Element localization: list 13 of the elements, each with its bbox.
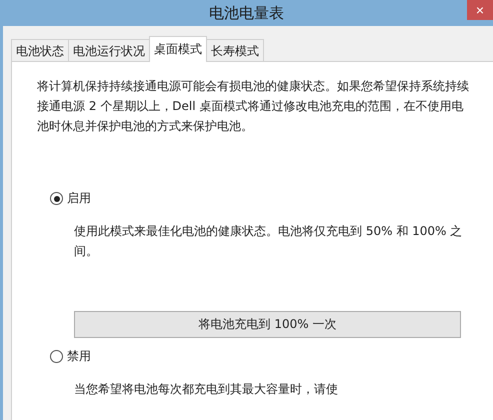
radio-button[interactable]	[50, 350, 63, 363]
radio-label[interactable]: 启用	[67, 190, 91, 207]
charge-button[interactable]: 将电池充电到 100% 一次	[74, 311, 461, 338]
radio-label[interactable]: 禁用	[67, 348, 91, 365]
tab[interactable]: 长寿模式	[206, 39, 264, 61]
window-title: 电池电量表	[209, 4, 284, 22]
description-text: 将计算机保持持续接通电源可能会有损电池的健康状态。如果您希望保持系统持续接通电源 2 个星期以上，Dell 桌面模式将通过修改电池充电的范围，在不使用电池时休息并保护电池的方式来保护电池。	[37, 78, 470, 135]
tab[interactable]: 桌面模式	[149, 36, 207, 62]
close-button[interactable]: ×	[467, 0, 493, 20]
option-description: 使用此模式来最佳化电池的健康状态。电池将仅充电到 50% 和 100% 之间。	[74, 223, 464, 260]
tab[interactable]: 电池状态	[11, 39, 69, 61]
radio-button[interactable]	[50, 192, 63, 205]
option-description: 当您希望将电池每次都充电到其最大容量时，请使	[74, 381, 339, 398]
